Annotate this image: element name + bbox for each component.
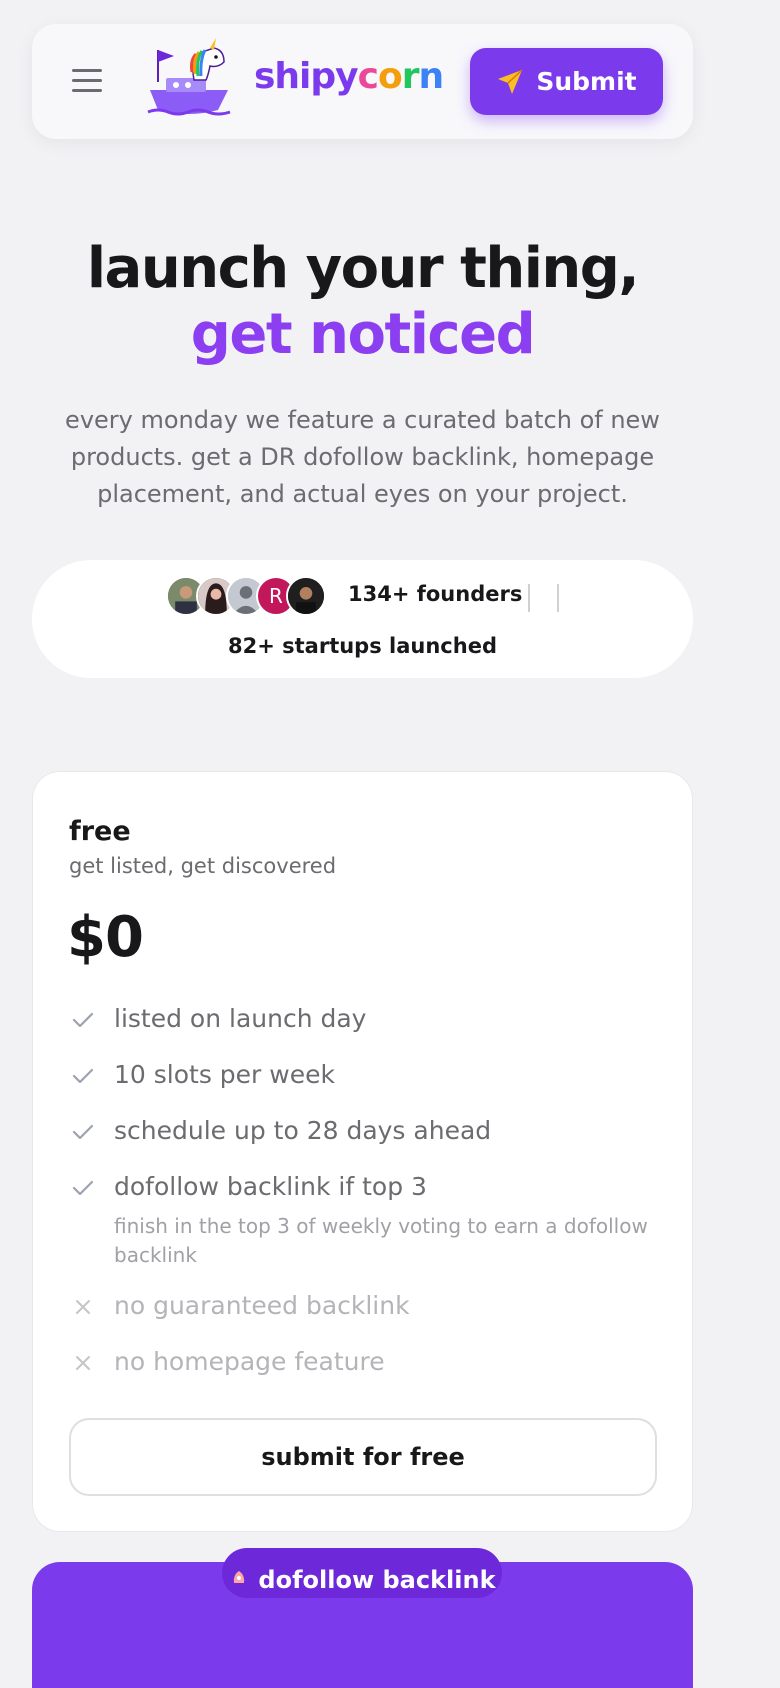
check-icon — [72, 1068, 94, 1084]
feature-label: listed on launch day — [114, 1004, 367, 1033]
plan-badge: dofollow backlink — [222, 1548, 502, 1598]
submit-button[interactable]: Submit — [470, 48, 663, 115]
check-icon — [72, 1180, 94, 1196]
menu-icon[interactable] — [72, 69, 102, 93]
send-icon — [498, 68, 523, 94]
rocket-icon — [234, 1571, 245, 1583]
x-icon — [76, 1356, 90, 1370]
founder-avatars: R — [166, 576, 326, 616]
hero-title-main: launch your thing, — [86, 236, 640, 301]
pricing-card-free: free get listed, get discovered $0 liste… — [32, 771, 693, 1532]
divider — [557, 584, 559, 612]
plan-price: $0 — [67, 905, 144, 970]
founders-count: 134+ founders — [348, 582, 523, 606]
social-proof-bar: R 134+ founders 82+ startups launched — [32, 560, 693, 678]
plan-tagline: get listed, get discovered — [69, 854, 337, 878]
hero-subtitle: every monday we feature a curated batch … — [65, 406, 660, 508]
hero-title: launch your thing, get noticed — [30, 236, 695, 368]
feature-label: no homepage feature — [114, 1347, 385, 1376]
feature-label: no guaranteed backlink — [114, 1291, 410, 1320]
feature-label: 10 slots per week — [114, 1060, 335, 1089]
feature-label: dofollow backlink if top 3 — [114, 1172, 427, 1201]
feature-label: schedule up to 28 days ahead — [114, 1116, 492, 1145]
x-icon — [76, 1300, 90, 1314]
hero-title-accent: get noticed — [190, 302, 536, 367]
check-icon — [72, 1012, 94, 1028]
submit-button-label: Submit — [536, 67, 637, 96]
startups-launched-count: 82+ startups launched — [228, 634, 497, 658]
submit-for-free-button[interactable]: submit for free — [69, 1418, 657, 1496]
divider — [528, 584, 530, 612]
plan-name: free — [69, 816, 131, 847]
unicorn-ship-logo-icon[interactable] — [144, 38, 234, 120]
avatar — [286, 576, 326, 616]
site-header: shipycorn Submit — [32, 24, 693, 139]
plan-badge-label: dofollow backlink — [258, 1566, 496, 1594]
feature-note: finish in the top 3 of weekly voting to … — [114, 1214, 648, 1267]
avatar-initial: R — [269, 584, 283, 608]
brand-wordmark[interactable]: shipycorn — [254, 56, 444, 97]
check-icon — [72, 1124, 94, 1140]
